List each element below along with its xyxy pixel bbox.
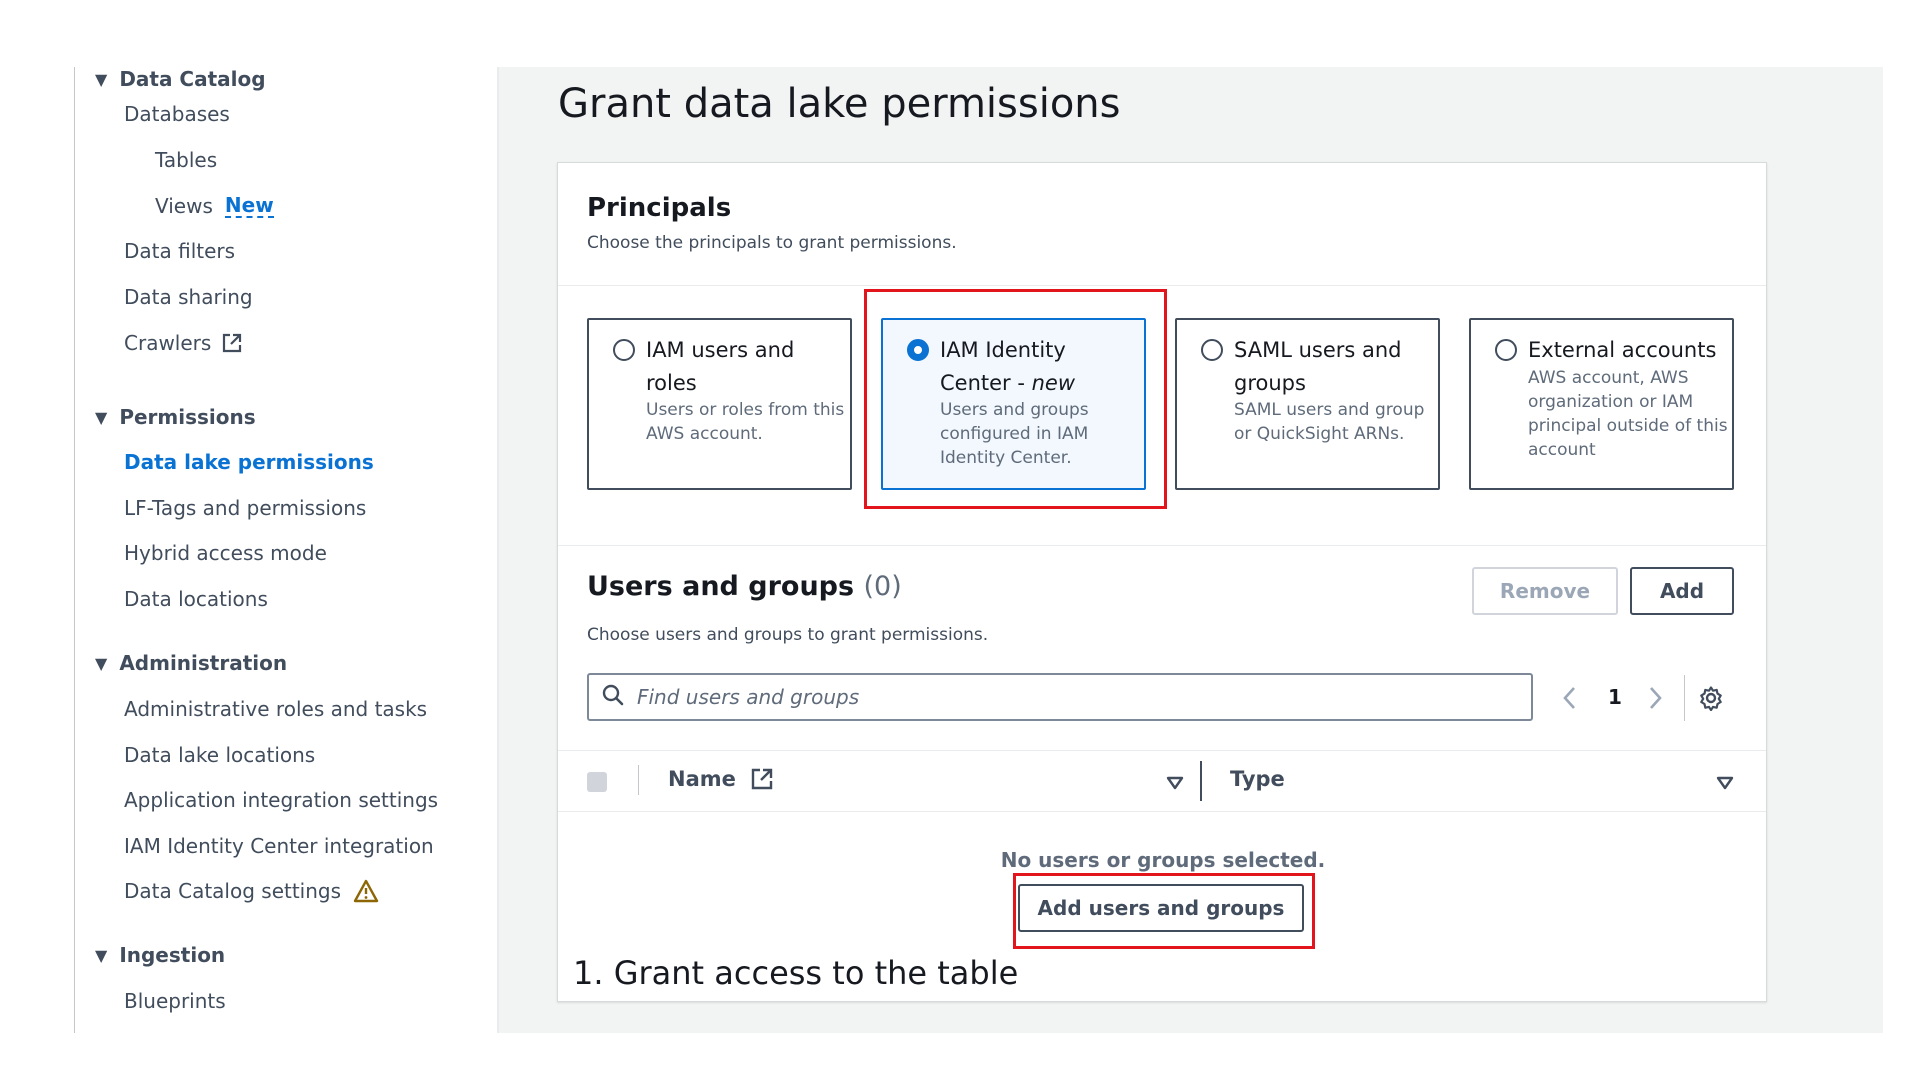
- principals-title: Principals: [587, 193, 732, 223]
- sidebar-item-label: Databases: [124, 102, 230, 126]
- option-description: Users or roles from this AWS account.: [646, 400, 845, 444]
- sidebar-item-crawlers[interactable]: Crawlers: [124, 331, 243, 355]
- remove-button[interactable]: Remove: [1472, 567, 1618, 615]
- sidebar-section-label: Administration: [119, 651, 288, 675]
- sidebar-section-data-catalog[interactable]: ▼ Data Catalog: [95, 67, 266, 91]
- sidebar-item-app-integration-settings[interactable]: Application integration settings: [124, 788, 438, 812]
- sidebar-section-ingestion[interactable]: ▼ Ingestion: [95, 943, 225, 967]
- sidebar-item-label: Views: [155, 194, 213, 218]
- sidebar-item-data-lake-locations[interactable]: Data lake locations: [124, 743, 315, 767]
- highlight-box-identity-center: [864, 289, 1167, 509]
- column-header-name[interactable]: Name: [668, 767, 774, 791]
- sidebar-item-data-lake-permissions[interactable]: Data lake permissions: [124, 450, 374, 474]
- sidebar-item-label: Application integration settings: [124, 788, 439, 812]
- sidebar-item-label: Hybrid access mode: [124, 541, 327, 565]
- sidebar-item-hybrid-access-mode[interactable]: Hybrid access mode: [124, 541, 327, 565]
- sort-caret-icon[interactable]: [1166, 775, 1184, 795]
- sidebar-item-databases[interactable]: Databases: [124, 102, 230, 126]
- principal-option-saml[interactable]: SAML users and groups SAML users and gro…: [1175, 318, 1440, 490]
- sidebar-section-label: Ingestion: [119, 943, 226, 967]
- sidebar-item-label: Blueprints: [124, 989, 226, 1013]
- sidebar-item-views[interactable]: Views New: [155, 194, 274, 218]
- option-title: IAM users and roles: [646, 338, 795, 395]
- add-button[interactable]: Add: [1630, 567, 1734, 615]
- warning-icon: [353, 879, 379, 903]
- principal-option-external-accounts[interactable]: External accounts AWS account, AWS organ…: [1469, 318, 1734, 490]
- option-description: AWS account, AWS organization or IAM pri…: [1528, 368, 1728, 460]
- column-divider: [638, 765, 639, 795]
- external-link-icon: [221, 332, 243, 354]
- sidebar-item-label: LF-Tags and permissions: [124, 496, 367, 520]
- sidebar-item-data-catalog-settings[interactable]: Data Catalog settings: [124, 879, 379, 903]
- radio-button[interactable]: [613, 339, 635, 361]
- sidebar-section-label: Data Catalog: [119, 67, 266, 91]
- page-number[interactable]: 1: [1608, 685, 1622, 709]
- chevron-left-icon[interactable]: [1561, 685, 1579, 715]
- caret-down-icon: ▼: [95, 69, 108, 89]
- option-description: SAML users and group or QuickSight ARNs.: [1234, 400, 1425, 444]
- column-resize-handle[interactable]: [1200, 761, 1202, 801]
- select-all-checkbox[interactable]: [587, 772, 607, 792]
- sidebar-item-label: Crawlers: [124, 331, 212, 355]
- sidebar-item-lf-tags[interactable]: LF-Tags and permissions: [124, 496, 366, 520]
- sidebar-item-label: Tables: [155, 148, 218, 172]
- sidebar-item-data-sharing[interactable]: Data sharing: [124, 285, 253, 309]
- column-header-label: Name: [668, 767, 736, 791]
- sidebar-item-label: Data lake locations: [124, 743, 316, 767]
- sidebar: ▼ Data Catalog Databases Tables Views Ne…: [74, 67, 499, 1033]
- sidebar-item-admin-roles[interactable]: Administrative roles and tasks: [124, 697, 427, 721]
- divider: [558, 545, 1766, 546]
- pager-divider: [1684, 675, 1685, 721]
- sidebar-item-label: Data filters: [124, 239, 236, 263]
- users-groups-title-text: Users and groups: [587, 571, 855, 602]
- sidebar-item-blueprints[interactable]: Blueprints: [124, 989, 226, 1013]
- settings-gear-icon[interactable]: [1698, 685, 1724, 715]
- table-header-bottom-border: [558, 811, 1766, 812]
- sidebar-section-permissions[interactable]: ▼ Permissions: [95, 405, 256, 429]
- annotation-caption: 1. Grant access to the table: [573, 954, 1019, 992]
- new-badge[interactable]: New: [224, 194, 274, 218]
- sidebar-item-label: Administrative roles and tasks: [124, 697, 428, 721]
- search-input[interactable]: [637, 685, 1517, 709]
- sidebar-section-administration[interactable]: ▼ Administration: [95, 651, 287, 675]
- sidebar-item-label: Data lake permissions: [124, 450, 374, 474]
- chevron-right-icon[interactable]: [1646, 685, 1664, 715]
- sidebar-item-data-filters[interactable]: Data filters: [124, 239, 235, 263]
- caret-down-icon: ▼: [95, 653, 108, 673]
- principal-option-iam-users-roles[interactable]: IAM users and roles Users or roles from …: [587, 318, 852, 490]
- column-header-label: Type: [1230, 767, 1285, 791]
- empty-state-text: No users or groups selected.: [1000, 848, 1326, 872]
- sidebar-section-label: Permissions: [119, 405, 256, 429]
- search-box[interactable]: [587, 673, 1533, 721]
- page-title: Grant data lake permissions: [558, 81, 1121, 127]
- option-title: External accounts: [1528, 338, 1717, 362]
- users-groups-description: Choose users and groups to grant permiss…: [587, 625, 989, 645]
- sidebar-item-data-locations[interactable]: Data locations: [124, 587, 268, 611]
- users-groups-count: (0): [863, 571, 902, 602]
- column-header-type[interactable]: Type: [1230, 767, 1285, 791]
- option-title: SAML users and groups: [1234, 338, 1402, 395]
- sidebar-item-label: IAM Identity Center integration: [124, 834, 434, 858]
- sidebar-item-tables[interactable]: Tables: [155, 148, 217, 172]
- table-header-top-border: [558, 750, 1766, 751]
- radio-button[interactable]: [1201, 339, 1223, 361]
- search-icon: [601, 683, 625, 711]
- principals-description: Choose the principals to grant permissio…: [587, 233, 957, 253]
- sidebar-item-label: Data locations: [124, 587, 268, 611]
- divider: [558, 285, 1766, 286]
- highlight-box-add-users: [1013, 873, 1315, 949]
- caret-down-icon: ▼: [95, 407, 108, 427]
- external-link-icon: [750, 767, 774, 791]
- sidebar-item-iam-identity-center-integration[interactable]: IAM Identity Center integration: [124, 834, 434, 858]
- sort-caret-icon[interactable]: [1716, 775, 1734, 795]
- sidebar-item-label: Data Catalog settings: [124, 879, 342, 903]
- users-groups-title: Users and groups (0): [587, 571, 902, 602]
- radio-button[interactable]: [1495, 339, 1517, 361]
- sidebar-item-label: Data sharing: [124, 285, 253, 309]
- caret-down-icon: ▼: [95, 945, 108, 965]
